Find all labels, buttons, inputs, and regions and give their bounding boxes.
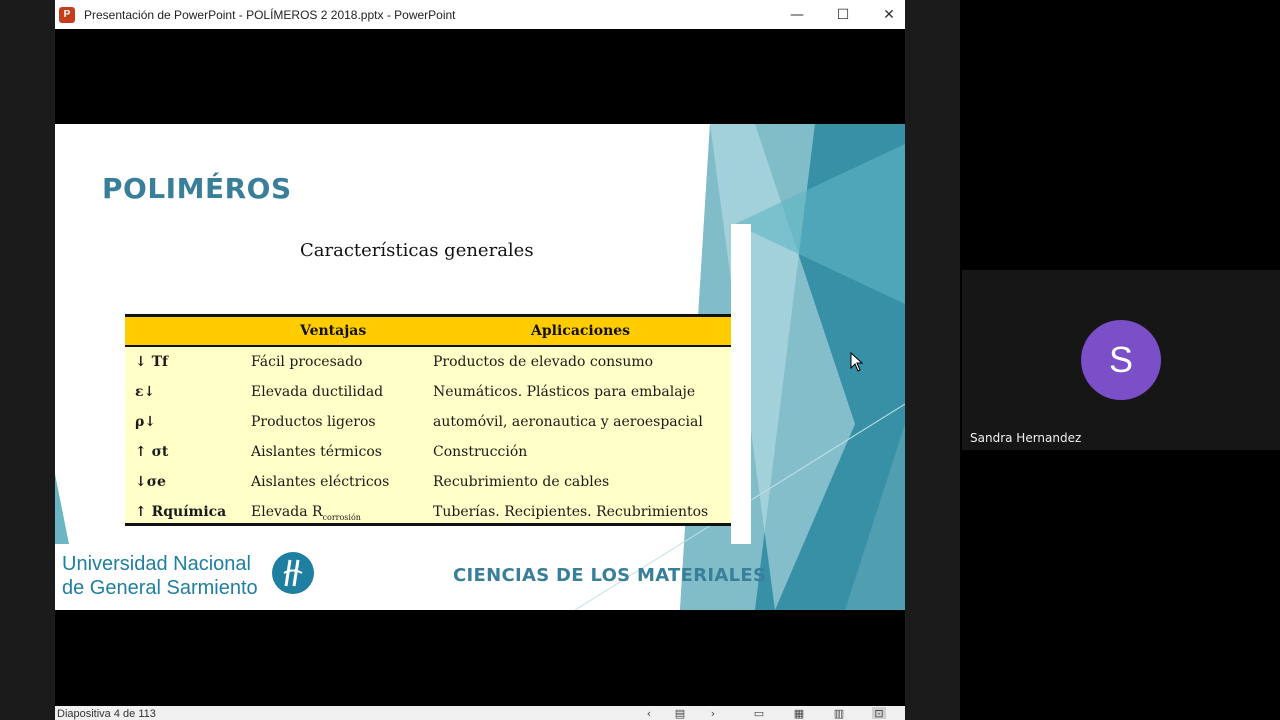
application-cell: Recubrimiento de cables: [433, 474, 610, 490]
table-row: ↑ Rquímica Elevada Rcorrosión Tuberías. …: [125, 498, 731, 528]
participant-name: Sandra Hernandez: [970, 431, 1082, 445]
application-cell: Neumáticos. Plásticos para embalaje: [433, 384, 696, 400]
property-cell: ε↓: [135, 384, 156, 400]
table-header-row: Ventajas Aplicaciones: [125, 317, 731, 347]
corrosion-subscript: corrosión: [322, 512, 361, 522]
application-cell: automóvil, aeronautica y aeroespacial: [433, 414, 703, 430]
university-logo-text: Universidad Nacional de General Sarmient…: [62, 552, 258, 600]
slide-counter: Diapositiva 4 de 113: [57, 708, 156, 720]
property-cell: ↑ σt: [135, 444, 169, 460]
property-cell: ↓ Tf: [135, 354, 169, 370]
application-cell: Construcción: [433, 444, 528, 460]
advantage-text: Elevada R: [251, 504, 323, 520]
close-button[interactable]: ✕: [866, 0, 912, 29]
notes-icon[interactable]: ▤: [673, 707, 687, 720]
properties-table: Ventajas Aplicaciones ↓ Tf Fácil procesa…: [125, 314, 731, 526]
participant-tile[interactable]: S Sandra Hernandez: [962, 270, 1280, 450]
normal-view-icon[interactable]: ▭: [752, 707, 766, 720]
next-icon[interactable]: ›: [706, 707, 720, 720]
powerpoint-icon: P: [59, 6, 75, 23]
property-cell: ρ↓: [135, 414, 157, 430]
header-ventajas: Ventajas: [300, 323, 367, 339]
advantage-cell: Elevada ductilidad: [251, 384, 384, 400]
table-row: ↓σe Aislantes eléctricos Recubrimiento d…: [125, 468, 731, 498]
status-bar: Diapositiva 4 de 113 ‹ ▤ › ▭ ▦ ▥ ⊡: [55, 706, 905, 720]
minimize-button[interactable]: —: [774, 0, 820, 29]
reading-view-icon[interactable]: ▥: [832, 707, 846, 720]
table-row: ↓ Tf Fácil procesado Productos de elevad…: [125, 348, 731, 378]
advantage-cell: Aislantes eléctricos: [251, 474, 390, 490]
window-title: Presentación de PowerPoint - POLÍMEROS 2…: [84, 7, 456, 22]
university-line-1: Universidad Nacional: [62, 553, 251, 575]
avatar: S: [1081, 320, 1161, 400]
table-row: ε↓ Elevada ductilidad Neumáticos. Plásti…: [125, 378, 731, 408]
slide[interactable]: POLIMÉROS Características generales Vent…: [55, 124, 905, 610]
sorter-view-icon[interactable]: ▦: [792, 707, 806, 720]
slideshow-icon[interactable]: ⊡: [872, 707, 886, 720]
meeting-side-panel: S Sandra Hernandez: [960, 0, 1280, 720]
application-cell: Productos de elevado consumo: [433, 354, 654, 370]
university-logo-icon: [272, 552, 314, 594]
slide-title: POLIMÉROS: [102, 172, 292, 205]
powerpoint-window: P Presentación de PowerPoint - POLÍMEROS…: [55, 0, 905, 720]
screen: P Presentación de PowerPoint - POLÍMEROS…: [0, 0, 1280, 720]
maximize-button[interactable]: ☐: [820, 0, 866, 29]
advantage-cell: Productos ligeros: [251, 414, 376, 430]
prev-icon[interactable]: ‹: [642, 707, 656, 720]
table-row: ↑ σt Aislantes térmicos Construcción: [125, 438, 731, 468]
table-row: ρ↓ Productos ligeros automóvil, aeronaut…: [125, 408, 731, 438]
advantage-cell: Fácil procesado: [251, 354, 363, 370]
course-title: CIENCIAS DE LOS MATERIALES: [453, 565, 767, 586]
university-line-2: de General Sarmiento: [62, 577, 258, 599]
mouse-cursor-icon: [850, 352, 864, 372]
advantage-cell: Elevada Rcorrosión: [251, 504, 361, 522]
header-aplicaciones: Aplicaciones: [531, 323, 631, 339]
slide-subtitle: Características generales: [300, 240, 534, 261]
advantage-cell: Aislantes térmicos: [251, 444, 382, 460]
application-cell: Tuberías. Recipientes. Recubrimientos: [433, 504, 709, 520]
property-cell: ↑ Rquímica: [135, 504, 227, 520]
property-cell: ↓σe: [135, 474, 166, 490]
title-bar: P Presentación de PowerPoint - POLÍMEROS…: [55, 0, 905, 29]
